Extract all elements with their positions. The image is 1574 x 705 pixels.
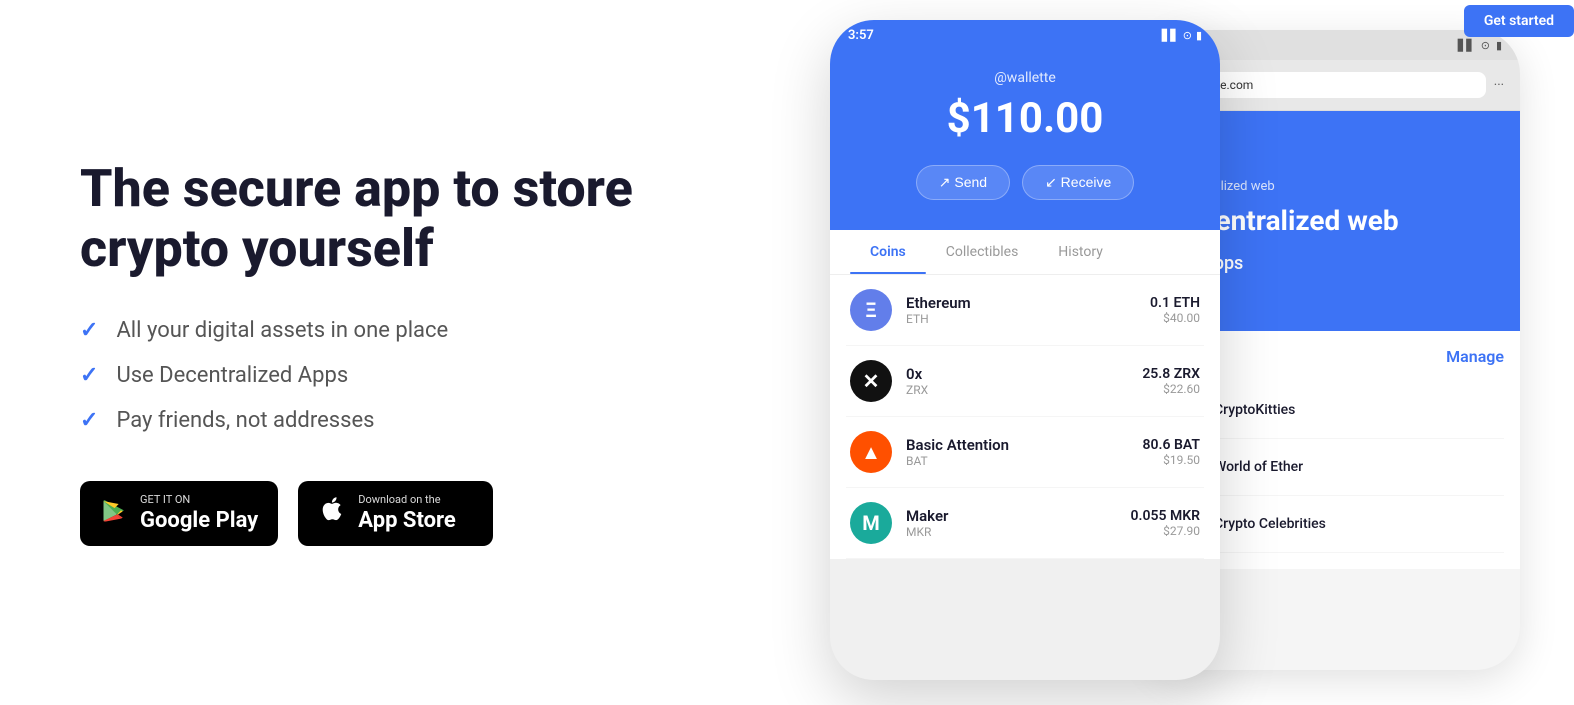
left-content: The secure app to store crypto yourself … — [0, 99, 780, 607]
coin-row-mkr[interactable]: M Maker MKR 0.055 MKR $27.90 — [846, 488, 1204, 559]
bat-symbol: BAT — [906, 454, 1129, 468]
eth-value: 0.1 ETH $40.00 — [1150, 295, 1200, 325]
bat-amount: 80.6 BAT — [1143, 437, 1200, 453]
feature-item-2: ✓ Use Decentralized Apps — [80, 363, 700, 388]
zrx-usd: $22.60 — [1142, 382, 1200, 396]
feature-item-3: ✓ Pay friends, not addresses — [80, 408, 700, 433]
zrx-info: 0x ZRX — [906, 365, 1128, 397]
mkr-symbol: MKR — [906, 525, 1117, 539]
cryptokitties-label: CryptoKitties — [1214, 402, 1295, 418]
google-play-icon — [100, 497, 128, 530]
phone-main: 3:57 ▋▋ ⊙ ▮ @wallette $110.00 ↗ Send ↙ R… — [830, 20, 1220, 680]
google-play-button[interactable]: GET IT ON Google Play — [80, 481, 278, 546]
bat-info: Basic Attention BAT — [906, 436, 1129, 468]
crypto-celebrities-label: Crypto Celebrities — [1214, 516, 1326, 532]
mkr-info: Maker MKR — [906, 507, 1117, 539]
coin-list: Ξ Ethereum ETH 0.1 ETH $40.00 ✕ 0x ZRX — [830, 275, 1220, 559]
world-of-ether-label: World of Ether — [1214, 459, 1303, 475]
phone-time: 3:57 — [848, 28, 874, 43]
store-buttons: GET IT ON Google Play Download on the Ap… — [80, 481, 700, 546]
zrx-name: 0x — [906, 365, 1128, 383]
mkr-usd: $27.90 — [1131, 524, 1200, 538]
battery-icon: ▮ — [1196, 29, 1202, 42]
bat-usd: $19.50 — [1143, 453, 1200, 467]
mkr-amount: 0.055 MKR — [1131, 508, 1200, 524]
coin-row-zrx[interactable]: ✕ 0x ZRX 25.8 ZRX $22.60 — [846, 346, 1204, 417]
phones-section: ▋▋ ⊙ ▮ coinbase.com ··· decentralized we… — [780, 0, 1574, 705]
phone-status-icons: ▋▋ ⊙ ▮ — [1162, 29, 1202, 42]
browser-menu-icon[interactable]: ··· — [1494, 78, 1504, 93]
app-store-button[interactable]: Download on the App Store — [298, 481, 493, 546]
wallet-header: @wallette $110.00 ↗ Send ↙ Receive — [830, 50, 1220, 230]
zrx-icon: ✕ — [850, 360, 892, 402]
apple-icon — [318, 495, 346, 532]
bat-value: 80.6 BAT $19.50 — [1143, 437, 1200, 467]
coin-row-bat[interactable]: ▲ Basic Attention BAT 80.6 BAT $19.50 — [846, 417, 1204, 488]
bat-icon: ▲ — [850, 431, 892, 473]
eth-amount: 0.1 ETH — [1150, 295, 1200, 311]
mkr-name: Maker — [906, 507, 1117, 525]
bg-wifi-icon: ⊙ — [1481, 39, 1490, 52]
features-list: ✓ All your digital assets in one place ✓… — [80, 318, 700, 433]
eth-name: Ethereum — [906, 294, 1136, 312]
signal-icon: ▋▋ — [1162, 29, 1179, 42]
coin-row-eth[interactable]: Ξ Ethereum ETH 0.1 ETH $40.00 — [846, 275, 1204, 346]
wallet-actions: ↗ Send ↙ Receive — [850, 165, 1200, 200]
checkmark-icon-3: ✓ — [80, 408, 98, 433]
app-store-text: Download on the App Store — [358, 493, 456, 534]
receive-button[interactable]: ↙ Receive — [1022, 165, 1134, 200]
eth-icon: Ξ — [850, 289, 892, 331]
phone-status-bar: 3:57 ▋▋ ⊙ ▮ — [830, 20, 1220, 50]
eth-info: Ethereum ETH — [906, 294, 1136, 326]
feature-item-1: ✓ All your digital assets in one place — [80, 318, 700, 343]
eth-usd: $40.00 — [1150, 311, 1200, 325]
get-started-button[interactable]: Get started — [1464, 5, 1574, 37]
checkmark-icon-2: ✓ — [80, 363, 98, 388]
mkr-icon: M — [850, 502, 892, 544]
wifi-icon: ⊙ — [1183, 29, 1192, 42]
zrx-symbol: ZRX — [906, 383, 1128, 397]
eth-symbol: ETH — [906, 312, 1136, 326]
mkr-value: 0.055 MKR $27.90 — [1131, 508, 1200, 538]
zrx-amount: 25.8 ZRX — [1142, 366, 1200, 382]
page-title: The secure app to store crypto yourself — [80, 159, 680, 279]
page-container: Get started The secure app to store cryp… — [0, 0, 1574, 705]
checkmark-icon-1: ✓ — [80, 318, 98, 343]
bat-name: Basic Attention — [906, 436, 1129, 454]
coin-tabs: Coins Collectibles History — [830, 230, 1220, 275]
tab-collectibles[interactable]: Collectibles — [926, 230, 1039, 274]
bg-signal-icon: ▋▋ — [1458, 39, 1475, 52]
bg-battery-icon: ▮ — [1496, 39, 1502, 52]
zrx-value: 25.8 ZRX $22.60 — [1142, 366, 1200, 396]
wallet-username: @wallette — [850, 70, 1200, 86]
tab-history[interactable]: History — [1038, 230, 1123, 274]
send-button[interactable]: ↗ Send — [916, 165, 1010, 200]
google-play-text: GET IT ON Google Play — [140, 493, 258, 534]
wallet-balance: $110.00 — [850, 94, 1200, 143]
tab-coins[interactable]: Coins — [850, 230, 926, 274]
